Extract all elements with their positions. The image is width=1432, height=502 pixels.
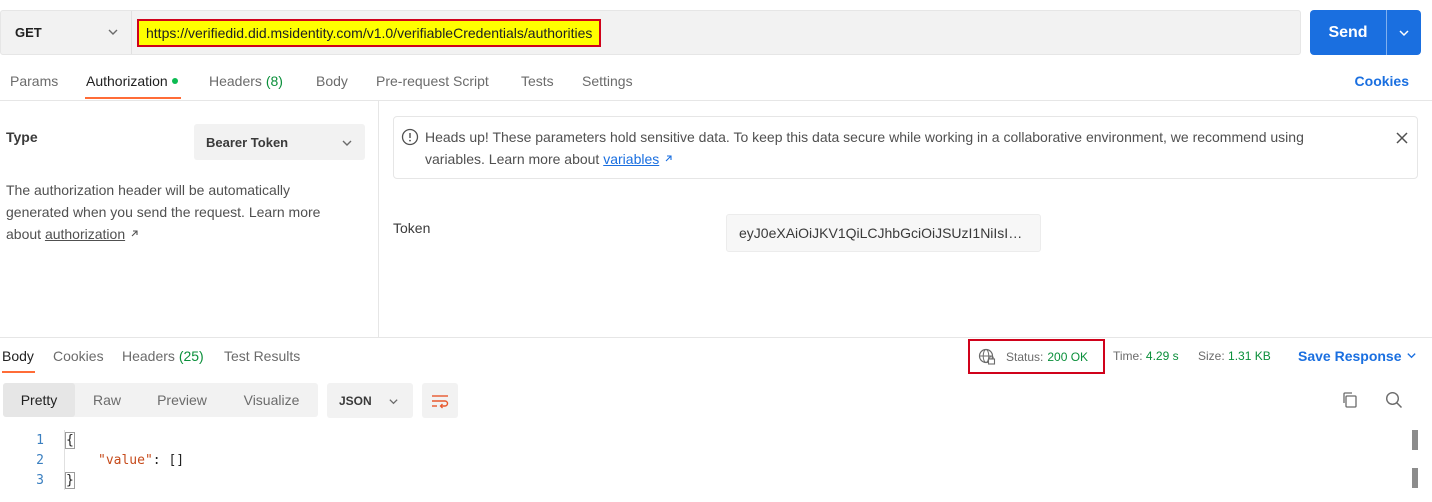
tab-count: (8) xyxy=(265,73,283,89)
response-time[interactable]: Time: 4.29 s xyxy=(1113,349,1179,363)
url-input[interactable]: https://verifiedid.did.msidentity.com/v1… xyxy=(137,17,602,49)
code-line-1: { xyxy=(65,432,75,449)
view-pretty[interactable]: Pretty xyxy=(3,383,75,417)
tab-settings[interactable]: Settings xyxy=(582,73,633,89)
json-key: "value" xyxy=(98,453,153,468)
external-link-icon xyxy=(665,155,672,162)
wrap-lines-icon xyxy=(432,394,449,408)
notice-message: Heads up! These parameters hold sensitiv… xyxy=(425,126,1365,170)
method-select[interactable]: GET xyxy=(1,11,132,54)
variables-link[interactable]: variables xyxy=(603,151,659,167)
tab-label: Headers xyxy=(122,348,175,364)
view-visualize[interactable]: Visualize xyxy=(225,383,318,417)
auth-type-value: Bearer Token xyxy=(206,134,289,150)
tab-label: Settings xyxy=(582,73,633,89)
send-button-group: Send xyxy=(1310,10,1421,55)
open-brace: { xyxy=(65,432,75,449)
response-body-code[interactable]: 1 2 3 { "value": [] } xyxy=(0,430,1432,502)
tab-label: Pre-request Script xyxy=(376,73,489,89)
close-brace: } xyxy=(65,472,75,489)
url-text[interactable]: https://verifiedid.did.msidentity.com/v1… xyxy=(137,19,602,47)
close-icon[interactable] xyxy=(1395,131,1409,145)
send-button[interactable]: Send xyxy=(1310,10,1386,55)
scrollbar-marker[interactable] xyxy=(1412,468,1418,488)
tab-tests[interactable]: Tests xyxy=(521,73,554,89)
view-raw[interactable]: Raw xyxy=(75,383,139,417)
view-mode-tabs: Pretty Raw Preview Visualize xyxy=(3,383,318,417)
cookies-link[interactable]: Cookies xyxy=(1355,73,1409,89)
tab-test-results[interactable]: Test Results xyxy=(224,348,300,364)
tab-label: Body xyxy=(2,348,34,364)
request-bar: GET https://verifiedid.did.msidentity.co… xyxy=(0,10,1301,55)
type-label: Type xyxy=(6,129,38,145)
time-label: Time: xyxy=(1113,349,1143,363)
tab-label: Body xyxy=(316,73,348,89)
active-dot-icon xyxy=(171,78,178,84)
tab-response-body[interactable]: Body xyxy=(2,348,34,364)
authorization-link[interactable]: authorization xyxy=(45,226,125,242)
size-label: Size: xyxy=(1198,349,1225,363)
chevron-down-icon xyxy=(1406,353,1416,359)
tab-params[interactable]: Params xyxy=(10,73,58,89)
token-value: eyJ0eXAiOiJKV1QiLCJhbGciOiJSUzI1NiIsIng.… xyxy=(739,225,1028,241)
tab-label: Tests xyxy=(521,73,554,89)
status-indicator[interactable]: Status: 200 OK xyxy=(968,339,1105,374)
response-size[interactable]: Size: 1.31 KB xyxy=(1198,349,1271,363)
line-number: 3 xyxy=(36,473,44,488)
code-line-3: } xyxy=(65,472,75,489)
format-value: JSON xyxy=(339,393,372,408)
globe-lock-icon xyxy=(978,348,996,365)
save-response-label: Save Response xyxy=(1298,348,1402,364)
auth-type-panel: Type Bearer Token The authorization head… xyxy=(0,101,379,337)
line-number: 2 xyxy=(36,453,44,468)
tab-body[interactable]: Body xyxy=(316,73,348,89)
scrollbar-marker[interactable] xyxy=(1412,430,1418,450)
active-tab-indicator xyxy=(85,97,181,99)
token-input[interactable]: eyJ0eXAiOiJKV1QiLCJhbGciOiJSUzI1NiIsIng.… xyxy=(726,214,1041,252)
auth-type-select[interactable]: Bearer Token xyxy=(194,124,365,160)
time-value: 4.29 s xyxy=(1145,349,1179,363)
tab-label: Params xyxy=(10,73,59,89)
save-response-button[interactable]: Save Response xyxy=(1298,348,1417,364)
tab-label: Authorization xyxy=(86,73,168,89)
notice-text: Heads up! These parameters hold sensitiv… xyxy=(425,129,1304,167)
search-icon[interactable] xyxy=(1385,391,1403,409)
info-icon xyxy=(401,128,419,146)
send-options-button[interactable] xyxy=(1387,10,1421,55)
status-label: Status: xyxy=(1006,349,1044,364)
tab-headers[interactable]: Headers (8) xyxy=(209,73,283,89)
copy-icon[interactable] xyxy=(1341,391,1359,409)
tab-label: Headers xyxy=(209,73,262,89)
status-value: 200 OK xyxy=(1047,349,1089,364)
indent-guide xyxy=(64,430,65,490)
json-value: : [] xyxy=(152,453,185,468)
method-label: GET xyxy=(15,25,42,40)
wrap-lines-button[interactable] xyxy=(422,383,458,418)
line-number: 1 xyxy=(36,433,44,448)
chevron-down-icon xyxy=(342,140,352,146)
tab-response-headers[interactable]: Headers (25) xyxy=(122,348,204,364)
chevron-down-icon xyxy=(108,29,118,35)
token-label: Token xyxy=(393,220,431,236)
sensitive-data-notice: Heads up! These parameters hold sensitiv… xyxy=(393,116,1418,179)
chevron-down-icon xyxy=(389,399,398,405)
external-link-icon xyxy=(131,230,138,237)
tab-label: Test Results xyxy=(224,348,301,364)
size-value: 1.31 KB xyxy=(1228,349,1271,363)
code-line-2: "value": [] xyxy=(98,453,184,468)
tab-authorization[interactable]: Authorization xyxy=(86,73,178,89)
tab-label: Cookies xyxy=(53,348,104,364)
format-select[interactable]: JSON xyxy=(327,383,413,418)
tab-pre-request-script[interactable]: Pre-request Script xyxy=(376,73,489,89)
auth-description: The authorization header will be automat… xyxy=(6,179,346,245)
chevron-down-icon xyxy=(1399,29,1409,36)
view-preview[interactable]: Preview xyxy=(139,383,225,417)
tab-response-cookies[interactable]: Cookies xyxy=(53,348,104,364)
tab-count: (25) xyxy=(178,348,204,364)
request-tabs: Params Authorization Headers (8) Body Pr… xyxy=(0,66,1432,100)
active-tab-indicator xyxy=(2,371,35,373)
